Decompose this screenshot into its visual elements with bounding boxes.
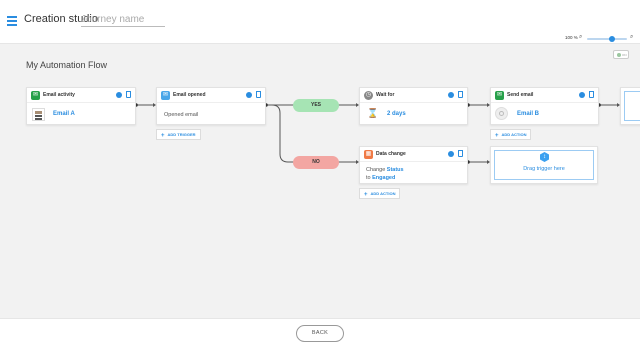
node-title: Wait for (376, 92, 395, 98)
add-trigger-label: ADD TRIGGER (167, 132, 196, 137)
add-action-label: ADD ACTION (501, 132, 527, 137)
back-button[interactable]: BACK (296, 325, 344, 342)
journey-name-input[interactable] (81, 13, 165, 27)
send-email-icon: ✉ (495, 91, 504, 100)
footer-bar: BACK (0, 318, 640, 360)
wait-duration-link[interactable]: 2 days (387, 111, 406, 117)
next-node-placeholder[interactable] (620, 87, 640, 125)
plus-icon: + (161, 132, 165, 139)
no-branch-label[interactable]: NO (293, 156, 339, 169)
placeholder-border (624, 91, 640, 121)
node-header: ✉ Email opened (157, 88, 265, 103)
clock-icon: ◷ (364, 91, 373, 100)
toggle-label: ON (622, 53, 627, 57)
toggle-knob (617, 53, 621, 57)
node-body: ⌛ 2 days (360, 103, 467, 124)
node-title: Send email (507, 92, 534, 98)
node-title: Email opened (173, 92, 206, 98)
engaged-value-link[interactable]: Engaged (372, 175, 395, 181)
node-body: Email B (491, 103, 598, 124)
node-body: Email A (27, 103, 135, 124)
hourglass-icon: ⌛ (367, 108, 379, 118)
email-b-link[interactable]: Email B (517, 111, 539, 117)
node-header: ▦ Data change (360, 147, 467, 162)
menu-icon[interactable] (7, 16, 17, 26)
email-a-link[interactable]: Email A (53, 111, 75, 117)
add-trigger-button[interactable]: + ADD TRIGGER (156, 129, 201, 140)
node-send-email[interactable]: ✉ Send email Email B (490, 87, 599, 125)
node-header: ✉ Email activity (27, 88, 135, 103)
plus-icon: + (364, 191, 368, 198)
zoom-level: 100 % (565, 35, 578, 40)
data-change-icon: ▦ (364, 150, 373, 159)
gear-icon[interactable] (246, 92, 252, 98)
email-activity-icon: ✉ (31, 91, 40, 100)
gear-icon[interactable] (579, 92, 585, 98)
zoom-bar: 100 % ⌕ ⌕ (0, 32, 640, 44)
gear-icon[interactable] (448, 151, 454, 157)
zoom-slider[interactable] (587, 38, 627, 40)
zoom-slider-handle[interactable] (609, 36, 615, 42)
add-action-button[interactable]: + ADD ACTION (490, 129, 532, 140)
node-title: Data change (376, 151, 406, 157)
plus-icon: + (495, 132, 499, 139)
node-header: ◷ Wait for (360, 88, 467, 103)
flow-canvas: My Automation Flow ON ✉ Email activity E… (0, 44, 640, 318)
trash-icon[interactable] (458, 150, 463, 157)
node-title: Email activity (43, 92, 75, 98)
top-bar: Creation studio 100 % ⌕ ⌕ (0, 0, 640, 44)
drag-trigger-text: Drag trigger here (523, 166, 565, 172)
change-line-2: to Engaged (366, 175, 395, 181)
trash-icon[interactable] (256, 91, 261, 98)
status-field-link[interactable]: Status (387, 167, 404, 173)
add-action-label: ADD ACTION (370, 191, 396, 196)
gear-icon[interactable] (448, 92, 454, 98)
node-email-activity[interactable]: ✉ Email activity Email A (26, 87, 136, 125)
zoom-in-icon[interactable]: ⌕ (630, 34, 633, 41)
flow-title: My Automation Flow (26, 60, 108, 70)
node-email-opened[interactable]: ✉ Email opened Opened email (156, 87, 266, 125)
trash-icon[interactable] (589, 91, 594, 98)
flow-toggle[interactable]: ON (613, 50, 629, 59)
zoom-out-icon[interactable]: ⌕ (579, 34, 582, 41)
change-line-1: Change Status (366, 167, 404, 173)
node-data-change[interactable]: ▦ Data change Change Status to Engaged (359, 146, 468, 184)
trash-icon[interactable] (458, 91, 463, 98)
trash-icon[interactable] (126, 91, 131, 98)
node-header: ✉ Send email (491, 88, 598, 103)
change-prefix: Change (366, 167, 387, 173)
gear-icon[interactable] (116, 92, 122, 98)
drag-trigger-dropzone[interactable]: ↕ Drag trigger here (490, 146, 598, 184)
node-wait-for[interactable]: ◷ Wait for ⌛ 2 days (359, 87, 468, 125)
add-action-button[interactable]: + ADD ACTION (359, 188, 401, 199)
email-opened-icon: ✉ (161, 91, 170, 100)
email-placeholder-icon (495, 107, 508, 120)
node-description: Opened email (164, 112, 199, 118)
node-body: Change Status to Engaged (360, 162, 467, 183)
yes-branch-label[interactable]: YES (293, 99, 339, 112)
node-body: Opened email (157, 103, 265, 124)
email-thumbnail (32, 108, 45, 121)
